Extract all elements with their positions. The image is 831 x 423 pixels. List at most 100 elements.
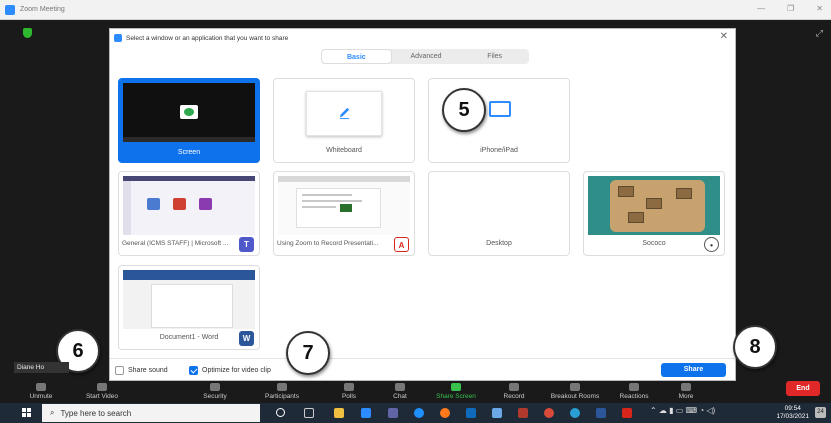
record-button[interactable]: Record bbox=[484, 383, 544, 401]
participants-icon bbox=[277, 383, 287, 391]
share-sound-label: Share sound bbox=[128, 367, 168, 374]
tile-label: Using Zoom to Record Presentati... bbox=[277, 240, 379, 247]
checkbox-box[interactable] bbox=[189, 366, 198, 375]
share-screen-label: Share Screen bbox=[436, 393, 476, 400]
reactions-icon bbox=[629, 383, 639, 391]
share-screen-icon bbox=[451, 383, 461, 391]
tile-label: Whiteboard bbox=[326, 147, 362, 154]
word-ribbon bbox=[123, 270, 255, 280]
windows-start-icon[interactable] bbox=[22, 408, 32, 418]
acrobat-taskbar-icon[interactable] bbox=[622, 408, 632, 418]
airplay-icon bbox=[489, 101, 511, 117]
close-icon[interactable]: ✕ bbox=[720, 31, 728, 42]
share-tile-screen[interactable]: Screen bbox=[118, 78, 260, 163]
teams-taskbar-icon[interactable] bbox=[388, 408, 398, 418]
share-tile-pdf[interactable]: Using Zoom to Record Presentati... A bbox=[273, 171, 415, 256]
window-title: Zoom Meeting bbox=[20, 6, 65, 13]
screen: Zoom Meeting — ❐ ✕ ⤢ Select a window or … bbox=[0, 0, 831, 423]
unmute-button[interactable]: Unmute bbox=[11, 383, 71, 401]
optimize-video-label: Optimize for video clip bbox=[202, 367, 271, 374]
share-tile-word[interactable]: Document1 - Word W bbox=[118, 265, 260, 350]
share-screen-dialog: Select a window or an application that y… bbox=[109, 28, 736, 381]
clock-time: 09:54 bbox=[784, 405, 801, 412]
access-icon[interactable] bbox=[518, 408, 528, 418]
microphone-icon bbox=[36, 383, 46, 391]
chat-button[interactable]: Chat bbox=[370, 383, 430, 401]
file-explorer-icon[interactable] bbox=[334, 408, 344, 418]
teams-preview bbox=[123, 176, 255, 235]
share-tile-teams[interactable]: General (ICMS STAFF) | Microsoft ... T bbox=[118, 171, 260, 256]
share-screen-button[interactable]: Share Screen bbox=[426, 383, 486, 401]
tab-advanced[interactable]: Advanced bbox=[392, 49, 461, 64]
unmute-label: Unmute bbox=[29, 393, 53, 400]
chat-label: Chat bbox=[393, 393, 407, 400]
screen-preview bbox=[123, 83, 255, 142]
maximize-icon[interactable]: ❐ bbox=[787, 4, 794, 13]
pdf-toolbar bbox=[278, 176, 410, 182]
tab-files[interactable]: Files bbox=[460, 49, 529, 64]
edge-icon[interactable] bbox=[570, 408, 580, 418]
share-tile-whiteboard[interactable]: Whiteboard bbox=[273, 78, 415, 163]
word-taskbar-icon[interactable] bbox=[596, 408, 606, 418]
cortana-icon[interactable] bbox=[276, 408, 285, 417]
callout-8: 8 bbox=[733, 325, 777, 369]
end-meeting-button[interactable]: End bbox=[786, 381, 820, 396]
share-tile-sococo[interactable]: Sococo • bbox=[583, 171, 725, 256]
windows-taskbar: ⌕ Type here to search ⌃ ☁ ▮ ▭ ⌨ ◔ ◁) 09:… bbox=[0, 403, 831, 423]
fullscreen-icon[interactable]: ⤢ bbox=[816, 28, 823, 39]
outlook-icon[interactable] bbox=[466, 408, 476, 418]
teams-header-bar bbox=[123, 176, 255, 181]
breakout-rooms-button[interactable]: Breakout Rooms bbox=[540, 383, 610, 401]
sococo-preview bbox=[588, 176, 720, 235]
task-view-icon[interactable] bbox=[304, 408, 314, 418]
acrobat-app-icon: A bbox=[394, 237, 409, 252]
polls-icon bbox=[344, 383, 354, 391]
more-label: More bbox=[678, 393, 694, 400]
app-icon[interactable] bbox=[492, 408, 502, 418]
start-video-label: Start Video bbox=[85, 393, 119, 400]
record-label: Record bbox=[503, 393, 525, 400]
firefox-icon[interactable] bbox=[440, 408, 450, 418]
word-preview bbox=[123, 270, 255, 329]
zoom-taskbar-icon[interactable] bbox=[361, 408, 371, 418]
start-video-button[interactable]: Start Video bbox=[72, 383, 132, 401]
teams-card bbox=[199, 198, 212, 210]
teams-side-bar bbox=[123, 181, 131, 235]
zoom-dialog-icon bbox=[114, 34, 122, 42]
taskbar-search-box[interactable]: ⌕ Type here to search bbox=[42, 404, 260, 422]
tile-label: General (ICMS STAFF) | Microsoft ... bbox=[122, 240, 229, 247]
text-line bbox=[302, 194, 352, 196]
share-tile-desktop[interactable]: Desktop bbox=[428, 171, 570, 256]
dialog-title: Select a window or an application that y… bbox=[114, 33, 288, 43]
text-line bbox=[302, 206, 336, 208]
close-window-icon[interactable]: ✕ bbox=[816, 4, 823, 13]
checkbox-box[interactable] bbox=[115, 366, 124, 375]
text-line bbox=[302, 200, 362, 202]
zoom-app-icon bbox=[5, 4, 15, 15]
shield-icon bbox=[210, 383, 220, 391]
chrome-icon[interactable] bbox=[414, 408, 424, 418]
reactions-button[interactable]: Reactions bbox=[604, 383, 664, 401]
system-tray-icons[interactable]: ⌃ ☁ ▮ ▭ ⌨ ◔ ◁) bbox=[650, 406, 715, 415]
app-icon[interactable] bbox=[544, 408, 554, 418]
tab-basic[interactable]: Basic bbox=[321, 49, 392, 64]
minimize-icon[interactable]: — bbox=[757, 4, 765, 13]
security-button[interactable]: Security bbox=[185, 383, 245, 401]
participants-button[interactable]: Participants bbox=[252, 383, 312, 401]
share-tabs: Basic Advanced Files bbox=[321, 49, 529, 64]
tile-label: iPhone/iPad bbox=[480, 147, 518, 154]
breakout-rooms-icon bbox=[570, 383, 580, 391]
share-sound-checkbox[interactable]: Share sound bbox=[115, 366, 168, 375]
security-label: Security bbox=[203, 393, 227, 400]
map-room bbox=[618, 186, 634, 197]
optimize-video-checkbox[interactable]: Optimize for video clip bbox=[189, 366, 271, 375]
participant-name-tag: Diane Ho bbox=[14, 362, 69, 373]
taskbar-clock[interactable]: 09:54 17/03/2021 bbox=[776, 405, 809, 421]
tile-label: Sococo bbox=[642, 240, 666, 247]
notification-icon[interactable]: 24 bbox=[815, 407, 826, 418]
more-button[interactable]: More bbox=[656, 383, 716, 401]
teams-card bbox=[147, 198, 160, 210]
map-room bbox=[646, 198, 662, 209]
share-button[interactable]: Share bbox=[661, 363, 726, 377]
participants-label: Participants bbox=[265, 393, 299, 400]
